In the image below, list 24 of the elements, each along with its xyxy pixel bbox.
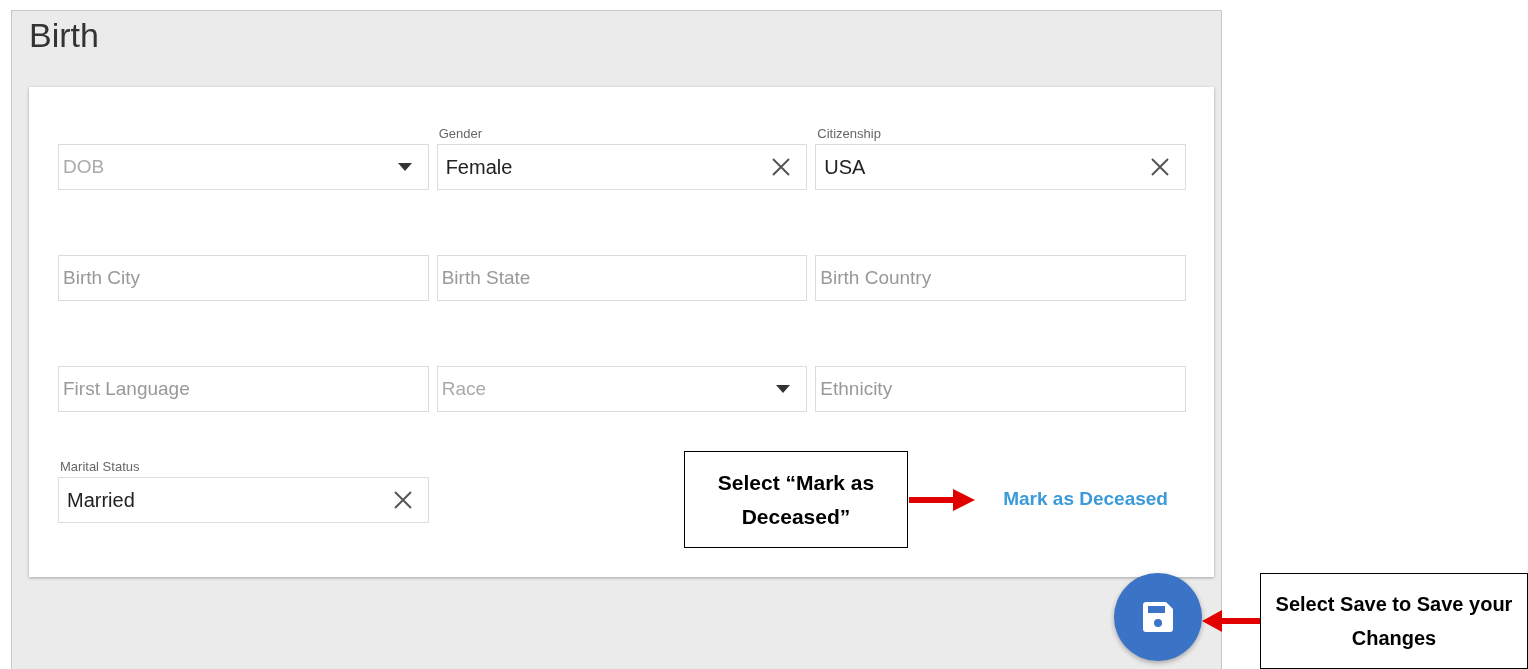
input-field[interactable]: Ethnicity: [815, 366, 1186, 412]
clear-icon[interactable]: [772, 158, 791, 176]
mark-deceased-link[interactable]: Mark as Deceased: [1003, 484, 1168, 513]
dropdown-field[interactable]: Race: [436, 366, 808, 412]
callout-text: Select Save to Save your Changes: [1275, 592, 1513, 651]
field-label: Gender: [437, 127, 483, 140]
caret-icon: [776, 385, 791, 393]
pointer-arrow: [909, 488, 975, 512]
input-field[interactable]: Birth Country: [815, 255, 1186, 301]
callout-text: Select “Mark as Deceased”: [716, 469, 876, 530]
input-field[interactable]: Birth State: [436, 255, 808, 301]
field-label: Marital Status: [59, 460, 140, 473]
input-field[interactable]: First Language: [58, 366, 429, 412]
pointer-arrow: [1202, 610, 1260, 632]
input-field[interactable]: USA: [815, 144, 1186, 190]
clear-icon[interactable]: [1151, 158, 1169, 176]
dropdown-field[interactable]: DOB: [58, 144, 429, 190]
clear-icon[interactable]: [393, 491, 412, 509]
field-label: Citizenship: [816, 127, 881, 140]
input-field[interactable]: Female: [436, 144, 808, 190]
input-field[interactable]: Married: [58, 477, 429, 523]
caret-icon: [397, 163, 412, 171]
section-title: Birth: [29, 15, 99, 56]
input-field[interactable]: Birth City: [58, 255, 429, 301]
